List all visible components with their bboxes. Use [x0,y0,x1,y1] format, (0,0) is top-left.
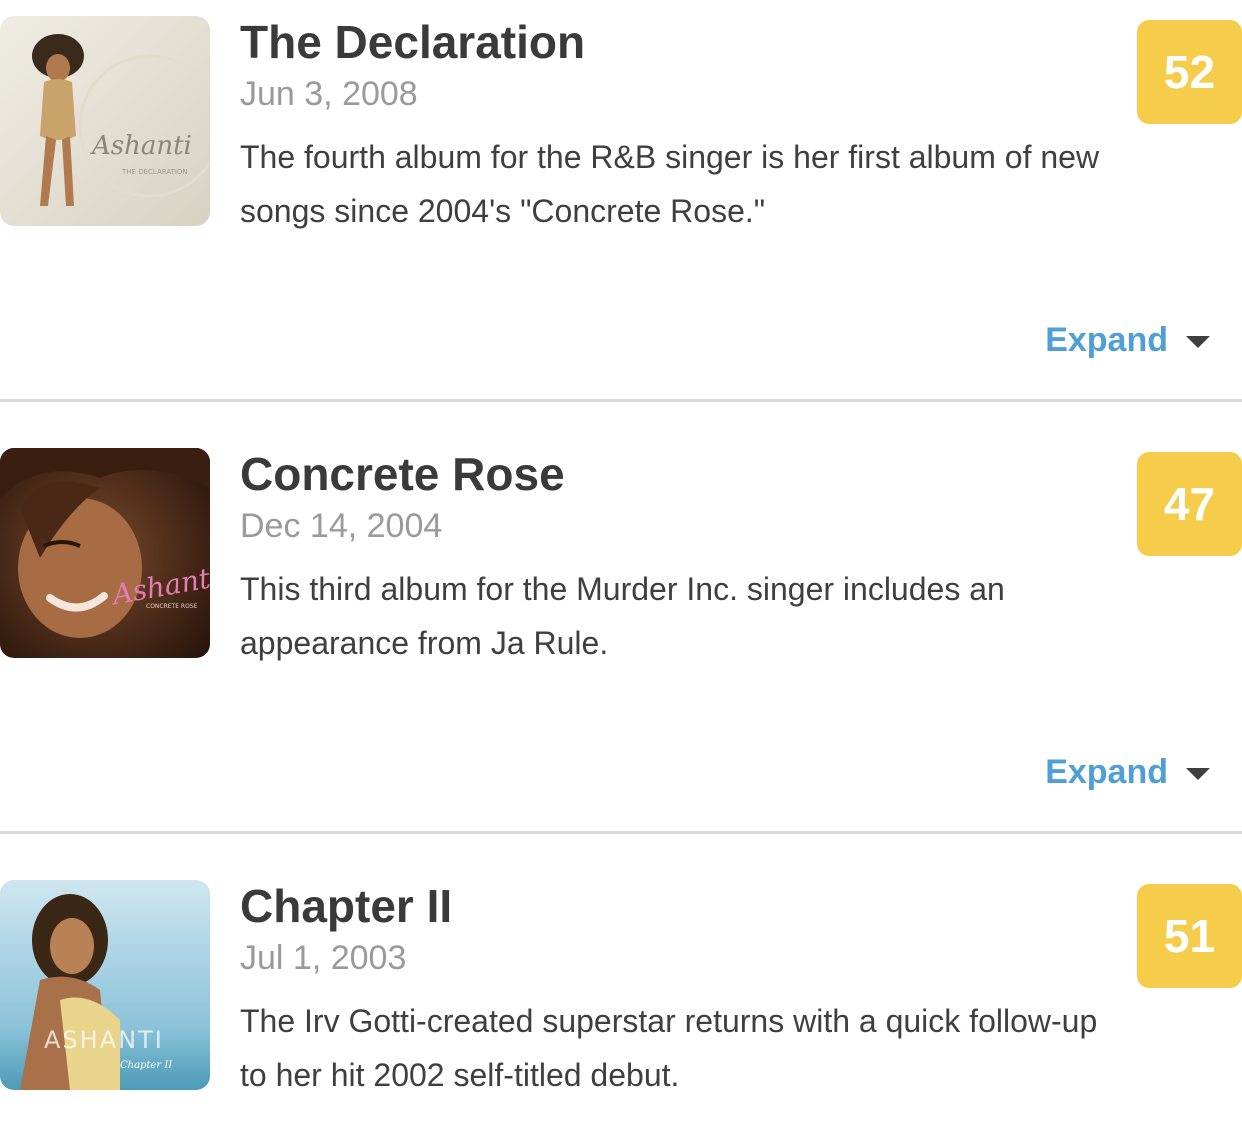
album-cover-image[interactable]: Ashanti THE DECLARATION [0,16,210,226]
expand-button[interactable]: Expand [1045,318,1210,362]
chevron-down-icon[interactable] [1186,768,1210,780]
cover-artist-text: Ashanti [90,131,192,161]
album-release-date: Jun 3, 2008 [240,75,418,113]
album-description: The fourth album for the R&B singer is h… [240,139,1100,229]
album-cover-image[interactable]: Ashanti CONCRETE ROSE [0,448,210,658]
expand-label[interactable]: Expand [1045,750,1168,794]
album-release-date: Dec 14, 2004 [240,507,443,545]
album-item[interactable]: ASHANTI Chapter II Chapter II Jul 1, 200… [0,864,1242,1127]
album-cover-image[interactable]: ASHANTI Chapter II [0,880,210,1090]
album-description: This third album for the Murder Inc. sin… [240,571,1005,661]
album-item[interactable]: Ashanti THE DECLARATION The Declaration … [0,0,1242,402]
chevron-down-icon[interactable] [1186,336,1210,348]
album-title[interactable]: The Declaration [240,14,585,70]
expand-button[interactable]: Expand [1045,750,1210,794]
metascore-badge: 51 [1137,884,1242,988]
metascore-badge: 47 [1137,452,1242,556]
cover-subtitle-text: CONCRETE ROSE [146,603,198,610]
album-release-date: Jul 1, 2003 [240,939,407,977]
divider [0,831,1242,834]
album-item[interactable]: Ashanti CONCRETE ROSE Concrete Rose Dec … [0,432,1242,834]
album-title[interactable]: Concrete Rose [240,446,565,502]
cover-artist-text: ASHANTI [44,1026,164,1054]
metascore-badge: 52 [1137,20,1242,124]
cover-subtitle-text: THE DECLARATION [121,168,188,176]
cover-subtitle-text: Chapter II [120,1060,173,1071]
album-title[interactable]: Chapter II [240,878,452,934]
expand-label[interactable]: Expand [1045,318,1168,362]
divider [0,399,1242,402]
album-description: The Irv Gotti-created superstar returns … [240,1003,1098,1093]
